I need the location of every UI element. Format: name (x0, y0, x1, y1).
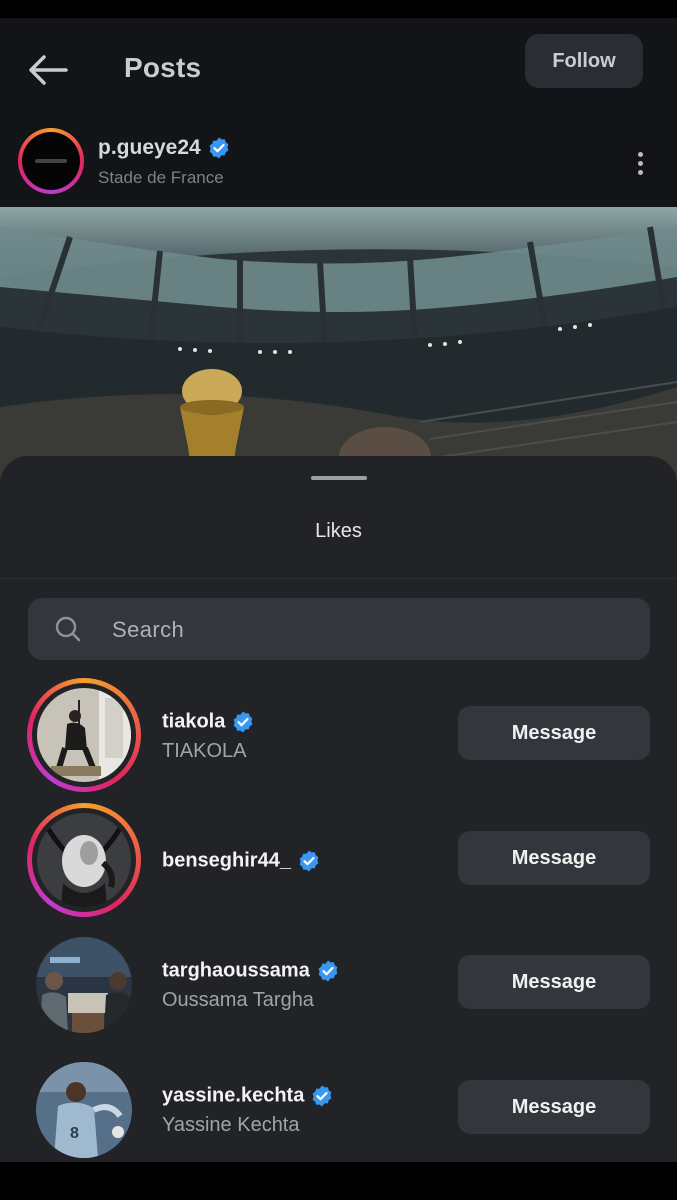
list-item[interactable]: benseghir44_ Message (0, 803, 677, 923)
profile-picture: 8 (36, 1062, 132, 1158)
search-icon (55, 616, 81, 642)
svg-text:8: 8 (70, 1125, 79, 1142)
post-location[interactable]: Stade de France (98, 168, 224, 188)
user-full-name: Oussama Targha (162, 989, 314, 1011)
likes-sheet: Likes Search tiakola TIAKOLA Message ben… (0, 456, 677, 1162)
avatar[interactable] (27, 678, 141, 792)
post-header: p.gueye24 Stade de France (0, 126, 677, 206)
more-dots-icon (637, 152, 643, 157)
post-author-avatar[interactable] (18, 128, 84, 194)
list-item[interactable]: tiakola TIAKOLA Message (0, 678, 677, 798)
back-arrow-icon (29, 55, 68, 85)
user-username[interactable]: targhaoussama (162, 959, 340, 983)
user-username[interactable]: yassine.kechta (162, 1084, 334, 1108)
profile-picture (37, 813, 131, 907)
verified-badge-icon (312, 1085, 332, 1107)
app-screen: Posts Follow p.gueye24 Stade de France L… (0, 18, 677, 1162)
list-item[interactable]: 8 yassine.kechta Yassine Kechta Message (0, 1052, 677, 1162)
system-nav-bar (0, 1162, 677, 1200)
user-username[interactable]: tiakola (162, 710, 255, 734)
back-button[interactable] (26, 52, 70, 88)
verified-badge-icon (209, 137, 229, 159)
page-title: Posts (124, 52, 202, 83)
verified-badge-icon (299, 850, 319, 872)
follow-button[interactable]: Follow (525, 34, 643, 88)
message-button[interactable]: Message (458, 706, 650, 760)
divider (0, 578, 677, 579)
verified-badge-icon (318, 960, 338, 982)
avatar[interactable] (27, 803, 141, 917)
list-item[interactable]: targhaoussama Oussama Targha Message (0, 927, 677, 1047)
avatar[interactable]: 8 (36, 1062, 132, 1158)
profile-picture (37, 688, 131, 782)
search-input[interactable] (110, 598, 634, 662)
avatar[interactable] (36, 937, 132, 1033)
message-button[interactable]: Message (458, 955, 650, 1009)
top-bar: Posts Follow (0, 18, 677, 118)
verified-badge-icon (233, 711, 253, 733)
post-author-username[interactable]: p.gueye24 (98, 136, 231, 160)
search-bar[interactable] (28, 598, 650, 662)
user-full-name: Yassine Kechta (162, 1114, 300, 1136)
more-options-button[interactable] (628, 148, 652, 184)
message-button[interactable]: Message (458, 1080, 650, 1134)
user-username[interactable]: benseghir44_ (162, 849, 321, 873)
sheet-drag-handle[interactable] (311, 476, 367, 480)
profile-picture (36, 937, 132, 1033)
sheet-title: Likes (315, 520, 362, 542)
message-button[interactable]: Message (458, 831, 650, 885)
user-full-name: TIAKOLA (162, 740, 247, 762)
